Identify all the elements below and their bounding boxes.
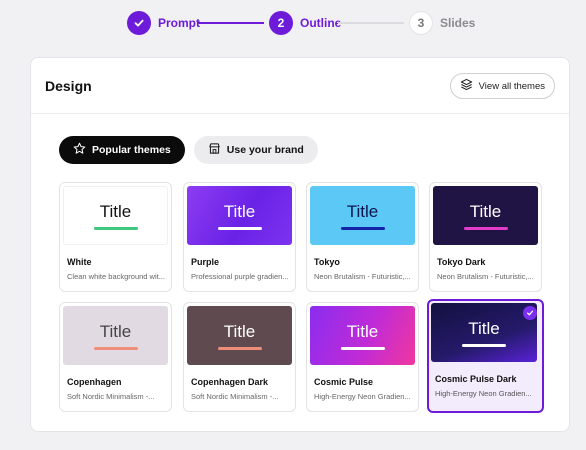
theme-name: Copenhagen Dark [191,377,269,387]
theme-description: Professional purple gradien... [191,272,289,281]
theme-card-cosmic-pulse-dark[interactable]: Title Cosmic Pulse Dark High-Energy Neon… [427,299,544,413]
thumbnail-accent-bar [462,343,506,347]
theme-card-copenhagen[interactable]: Title Copenhagen Soft Nordic Minimalism … [59,302,172,412]
theme-thumbnail: Title [63,306,168,365]
theme-name: Cosmic Pulse Dark [435,374,517,384]
theme-thumbnail: Title [187,306,292,365]
step-outline[interactable]: 2 Outline [269,11,341,35]
theme-name: Cosmic Pulse [314,377,374,387]
thumbnail-title: Title [223,321,256,341]
progress-stepper: Prompt 2 Outline 3 Slides [0,11,586,35]
thumbnail-accent-bar [93,346,138,350]
store-icon [208,142,227,158]
theme-thumbnail: Title [431,303,537,362]
layers-icon [460,78,479,94]
selected-check-icon [523,306,537,320]
thumbnail-accent-bar [217,346,262,350]
thumbnail-title: Title [346,321,379,341]
thumbnail-title: Title [99,321,132,341]
theme-name: Purple [191,257,220,267]
step-label: Outline [300,16,342,30]
check-icon [127,11,151,35]
theme-card-tokyo[interactable]: Title Tokyo Neon Brutalism - Futuristic,… [306,182,419,292]
step-label: Prompt [158,16,200,30]
theme-description: Clean white background wit... [67,272,165,281]
tab-label: Popular themes [92,144,171,156]
theme-card-cosmic-pulse[interactable]: Title Cosmic Pulse High-Energy Neon Grad… [306,302,419,412]
theme-description: High-Energy Neon Gradien... [435,389,532,398]
thumbnail-title: Title [223,201,256,221]
theme-card-white[interactable]: Title White Clean white background wit..… [59,182,172,292]
theme-tabs: Popular themes Use your brand [59,136,327,164]
tab-label: Use your brand [226,144,304,156]
theme-description: Neon Brutalism - Futuristic,... [314,272,411,281]
theme-card-purple[interactable]: Title Purple Professional purple gradien… [183,182,296,292]
design-panel: Design View all themes Popular themes Us… [30,57,570,432]
theme-name: White [67,257,92,267]
view-all-label: View all themes [478,80,545,92]
thumbnail-title: Title [346,201,379,221]
theme-thumbnail: Title [310,306,415,365]
theme-thumbnail: Title [63,186,168,245]
theme-thumbnail: Title [187,186,292,245]
step-number: 2 [269,11,293,35]
panel-header: Design View all themes [31,58,569,114]
tab-popular-themes[interactable]: Popular themes [59,136,185,164]
theme-thumbnail: Title [433,186,538,245]
view-all-themes-button[interactable]: View all themes [449,73,555,99]
theme-description: Soft Nordic Minimalism -... [191,392,279,401]
thumbnail-accent-bar [217,226,262,230]
step-label: Slides [440,16,476,30]
thumbnail-title: Title [99,201,132,221]
theme-name: Copenhagen [67,377,122,387]
panel-title: Design [45,78,92,94]
tab-use-your-brand[interactable]: Use your brand [193,136,318,164]
step-slides[interactable]: 3 Slides [409,11,475,35]
theme-description: Neon Brutalism - Futuristic,... [437,272,534,281]
step-prompt[interactable]: Prompt [127,11,200,35]
theme-card-copenhagen-dark[interactable]: Title Copenhagen Dark Soft Nordic Minima… [183,302,296,412]
step-connector [338,22,404,24]
thumbnail-accent-bar [340,346,385,350]
thumbnail-title: Title [468,318,500,338]
theme-name: Tokyo Dark [437,257,486,267]
theme-description: High-Energy Neon Gradien... [314,392,411,401]
theme-name: Tokyo [314,257,340,267]
thumbnail-accent-bar [340,226,385,230]
thumbnail-accent-bar [93,226,138,230]
star-icon [73,142,92,158]
thumbnail-accent-bar [463,226,508,230]
theme-thumbnail: Title [310,186,415,245]
step-connector [198,22,264,24]
thumbnail-title: Title [469,201,502,221]
step-number: 3 [409,11,433,35]
theme-card-tokyo-dark[interactable]: Title Tokyo Dark Neon Brutalism - Futuri… [429,182,542,292]
theme-description: Soft Nordic Minimalism -... [67,392,155,401]
